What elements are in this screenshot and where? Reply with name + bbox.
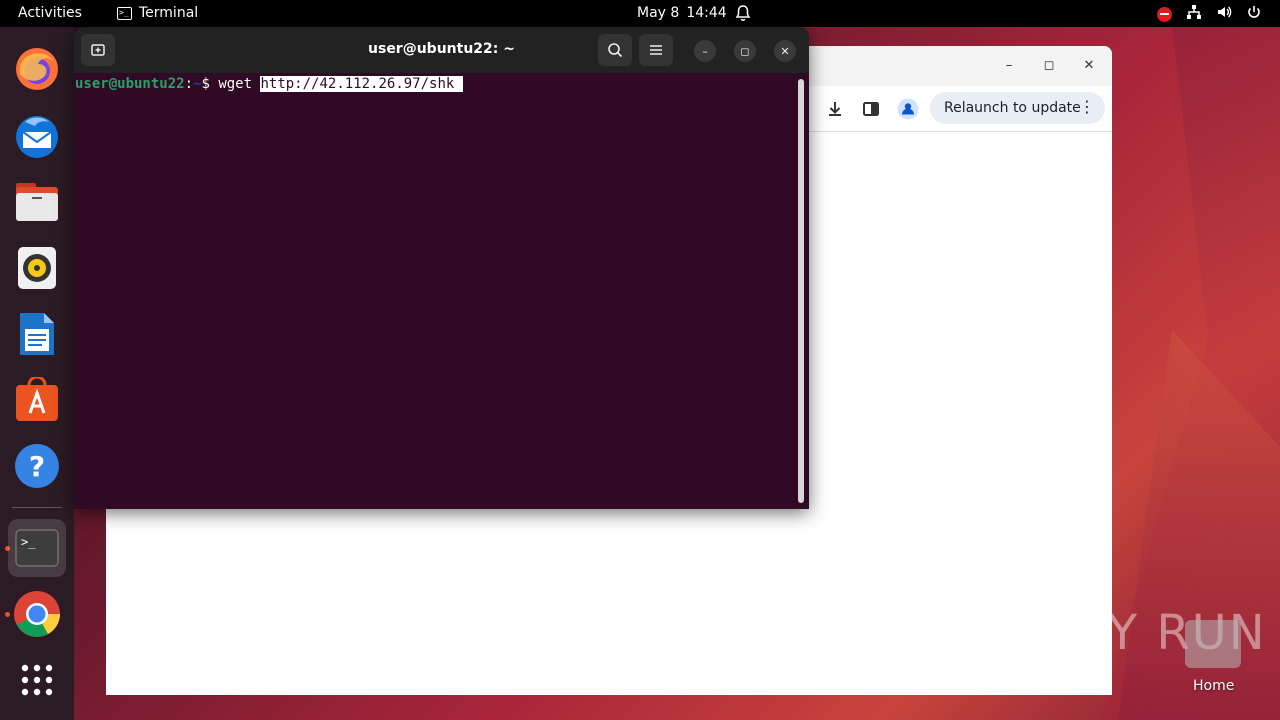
close-button[interactable]: ✕	[774, 40, 796, 62]
files-icon	[16, 183, 58, 221]
side-panel-icon[interactable]	[862, 100, 880, 122]
firefox-icon	[16, 48, 58, 90]
maximize-icon[interactable]: ◻	[1040, 57, 1058, 75]
relaunch-to-update-button[interactable]: Relaunch to update ⋮	[930, 92, 1105, 124]
notification-bell-icon[interactable]	[735, 4, 751, 26]
dock-rhythmbox[interactable]	[8, 239, 66, 297]
writer-icon	[20, 313, 54, 355]
network-icon	[1186, 4, 1202, 24]
relaunch-label: Relaunch to update	[944, 100, 1081, 116]
search-button[interactable]	[598, 34, 632, 66]
home-label[interactable]: Home	[1193, 678, 1234, 694]
power-icon	[1246, 4, 1262, 24]
activities-button[interactable]: Activities	[18, 5, 82, 21]
terminal-scrollbar[interactable]	[798, 79, 804, 503]
dock-separator	[12, 507, 62, 508]
search-icon	[608, 43, 623, 58]
system-tray[interactable]	[1157, 4, 1262, 24]
prompt-separator: :	[184, 76, 194, 92]
app-menu[interactable]: >_ Terminal	[117, 5, 198, 21]
maximize-icon: ◻	[740, 44, 750, 58]
clock[interactable]: May 8 14:44	[637, 5, 727, 21]
home-folder-icon[interactable]	[1185, 620, 1241, 668]
terminal-window[interactable]: user@ubuntu22: ~ – ◻ ✕ user@ubuntu22:~$ …	[74, 27, 809, 509]
command-text: wget	[218, 76, 261, 92]
app-grid-icon	[21, 664, 53, 696]
chrome-icon	[14, 591, 60, 637]
terminal-output[interactable]: user@ubuntu22:~$ wget http://42.112.26.9…	[75, 76, 463, 92]
dock-chrome[interactable]	[8, 585, 66, 643]
dock-libreoffice-writer[interactable]	[8, 305, 66, 363]
prompt-end: $	[201, 76, 219, 92]
time: 14:44	[686, 5, 727, 21]
hamburger-menu-icon	[650, 45, 662, 55]
minimize-button[interactable]: –	[694, 40, 716, 62]
dock-show-apps[interactable]	[8, 651, 66, 709]
volume-icon	[1216, 4, 1232, 24]
app-name: Terminal	[139, 5, 199, 21]
thunderbird-icon	[16, 116, 58, 158]
do-not-disturb-icon	[1157, 6, 1172, 22]
download-icon[interactable]	[826, 100, 844, 122]
dock: ? >_	[0, 27, 74, 720]
selected-url[interactable]: http://42.112.26.97/shk	[260, 76, 463, 92]
date: May 8	[637, 5, 680, 21]
dock-terminal[interactable]: >_	[8, 519, 66, 577]
dock-app-center[interactable]	[8, 371, 66, 429]
minimize-icon[interactable]: –	[1000, 57, 1018, 75]
svg-text:>_: >_	[21, 535, 36, 549]
close-icon[interactable]: ✕	[1080, 57, 1098, 75]
help-icon: ?	[15, 444, 59, 488]
top-bar: Activities >_ Terminal May 8 14:44	[0, 0, 1280, 27]
dock-thunderbird[interactable]	[8, 107, 66, 165]
terminal-header: user@ubuntu22: ~ – ◻ ✕	[74, 27, 809, 73]
dock-files[interactable]	[8, 173, 66, 231]
rhythmbox-icon	[18, 247, 56, 289]
dock-firefox[interactable]	[8, 40, 66, 98]
terminal-icon: >_	[15, 529, 59, 567]
prompt-user: user@ubuntu22	[75, 76, 185, 92]
minimize-icon: –	[702, 44, 708, 58]
dock-help[interactable]: ?	[8, 437, 66, 495]
maximize-button[interactable]: ◻	[734, 40, 756, 62]
svg-text:?: ?	[29, 450, 45, 483]
profile-icon[interactable]	[897, 98, 919, 124]
app-center-icon	[16, 377, 58, 421]
close-icon: ✕	[780, 44, 790, 58]
menu-button[interactable]	[639, 34, 673, 66]
more-options-icon[interactable]: ⋮	[1079, 98, 1095, 116]
terminal-small-icon: >_	[117, 6, 132, 20]
